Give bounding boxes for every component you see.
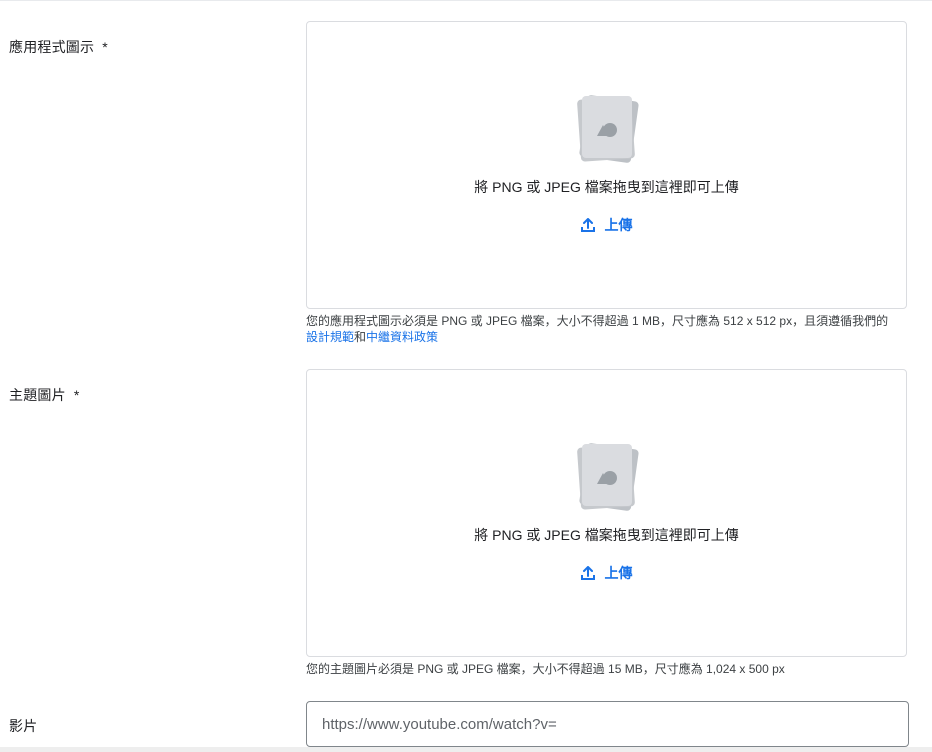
dropzone-instruction: 將 PNG 或 JPEG 檔案拖曳到這裡即可上傳 <box>474 179 739 195</box>
required-mark: * <box>102 39 108 55</box>
video-label: 影片 <box>9 718 38 734</box>
app-icon-help: 您的應用程式圖示必須是 PNG 或 JPEG 檔案，大小不得超過 1 MB，尺寸… <box>306 313 916 345</box>
upload-button[interactable]: 上傳 <box>307 563 906 583</box>
bottom-divider <box>0 747 932 752</box>
app-icon-dropzone[interactable]: 將 PNG 或 JPEG 檔案拖曳到這裡即可上傳 上傳 <box>306 21 907 309</box>
feature-graphic-label: 主題圖片 * <box>9 385 79 405</box>
store-listing-graphics-form: 應用程式圖示 * 將 PNG 或 JPEG 檔案拖曳到這裡即可上傳 上傳 您的應用… <box>0 0 932 752</box>
upload-icon <box>580 218 595 235</box>
design-guidelines-link[interactable]: 設計規範 <box>306 330 354 344</box>
feature-graphic-help: 您的主題圖片必須是 PNG 或 JPEG 檔案，大小不得超過 15 MB，尺寸應… <box>306 662 785 676</box>
metadata-policy-link[interactable]: 中繼資料政策 <box>366 330 438 344</box>
upload-button-label: 上傳 <box>604 565 633 581</box>
upload-icon <box>580 566 595 583</box>
help-joiner: 和 <box>354 330 367 344</box>
upload-button[interactable]: 上傳 <box>307 215 906 235</box>
top-divider <box>0 0 932 1</box>
app-icon-help-text: 您的應用程式圖示必須是 PNG 或 JPEG 檔案，大小不得超過 1 MB，尺寸… <box>306 314 889 328</box>
app-icon-label: 應用程式圖示 * <box>9 37 108 57</box>
required-mark: * <box>73 387 80 403</box>
image-placeholder-icon <box>575 442 641 512</box>
dropzone-instruction: 將 PNG 或 JPEG 檔案拖曳到這裡即可上傳 <box>474 527 739 543</box>
video-url-input[interactable] <box>306 701 909 747</box>
feature-graphic-label-text: 主題圖片 <box>9 387 66 403</box>
image-placeholder-icon <box>575 94 641 164</box>
upload-button-label: 上傳 <box>604 217 633 233</box>
app-icon-label-text: 應用程式圖示 <box>9 39 95 55</box>
feature-graphic-dropzone[interactable]: 將 PNG 或 JPEG 檔案拖曳到這裡即可上傳 上傳 <box>306 369 907 657</box>
